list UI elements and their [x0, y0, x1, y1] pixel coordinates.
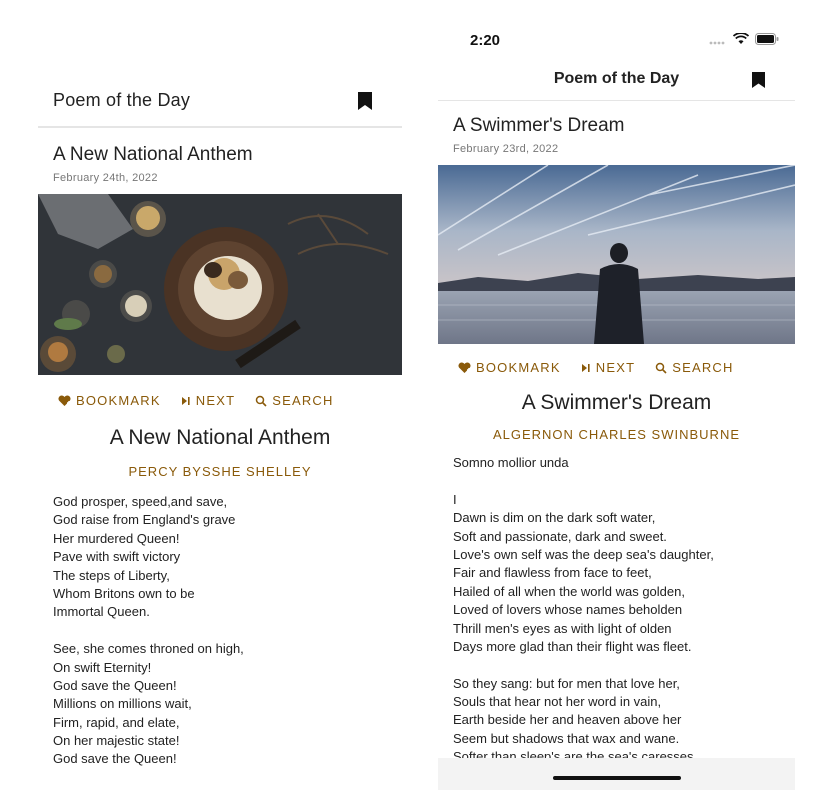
poem-line: I — [453, 491, 457, 507]
poem-line: Immortal Queen. — [53, 604, 150, 620]
poem-line: God save the Queen! — [53, 751, 177, 767]
heart-bookmark-icon — [458, 361, 471, 373]
bookmark-action[interactable]: BOOKMARK — [58, 393, 161, 408]
status-time: 2:20 — [470, 32, 501, 49]
poem-line: Whom Britons own to be — [53, 585, 195, 601]
bookmark-action[interactable]: BOOKMARK — [458, 360, 561, 375]
poem-line: Firm, rapid, and elate, — [53, 714, 180, 730]
poem-body: Somno mollior unda I Dawn is dim on the da… — [438, 454, 795, 767]
poem-line — [53, 622, 402, 640]
next-action[interactable]: NEXT — [581, 360, 635, 375]
poem-date: February 24th, 2022 — [53, 172, 158, 184]
poem-line: Dawn is dim on the dark soft water, — [453, 510, 656, 526]
poem-line: Souls that hear not her word in vain, — [453, 694, 662, 710]
battery-icon — [755, 32, 779, 50]
poem-line: Seem but shadows that wax and wane. — [453, 730, 680, 746]
poem-line: Loved of lovers whose names beholden — [453, 602, 683, 618]
app-title: Poem of the Day — [553, 70, 680, 87]
home-indicator-area — [438, 758, 795, 790]
skip-next-icon — [581, 363, 590, 372]
bookmark-icon[interactable] — [358, 92, 372, 115]
poem-line: The steps of Liberty, — [53, 567, 170, 583]
search-action[interactable]: SEARCH — [655, 360, 733, 375]
app-bar: Poem of the Day — [38, 70, 402, 128]
action-bar: BOOKMARK NEXT SEARCH — [38, 393, 402, 408]
poem-body: God prosper, speed,and save, God raise fr… — [38, 493, 402, 769]
poem-date: February 23rd, 2022 — [453, 143, 559, 155]
search-icon — [255, 395, 267, 407]
poem-image — [38, 194, 402, 375]
poem-line: On swift Eternity! — [53, 659, 152, 675]
poem-line: Her murdered Queen! — [53, 530, 180, 546]
poem-line: Millions on millions wait, — [53, 696, 192, 712]
search-label: SEARCH — [672, 360, 734, 375]
poem-line: Hailed of all when the world was golden, — [453, 583, 685, 599]
search-action[interactable]: SEARCH — [255, 393, 333, 408]
poem-line — [453, 656, 795, 674]
poem-line: Pave with swift victory — [53, 549, 181, 565]
search-label: SEARCH — [272, 393, 334, 408]
poem-line: God save the Queen! — [53, 677, 177, 693]
status-bar: 2:20 — [438, 22, 795, 58]
home-indicator[interactable] — [552, 776, 681, 780]
poem-line: See, she comes throned on high, — [53, 641, 244, 657]
poem-image — [438, 165, 795, 344]
left-screen: Poem of the Day A New National Anthem Fe… — [38, 70, 402, 811]
poem-line: Somno mollior unda — [453, 455, 569, 470]
poem-heading: A Swimmer's Dream — [453, 115, 625, 136]
poem-line — [453, 472, 795, 490]
poem-title: A Swimmer's Dream — [521, 391, 712, 414]
poem-line: So they sang: but for men that love her, — [453, 675, 680, 691]
next-action[interactable]: NEXT — [181, 393, 235, 408]
heart-bookmark-icon — [58, 394, 71, 406]
right-screen: 2:20 Poem of the Day A Swimmer's Dream F… — [438, 22, 795, 790]
poem-line: Soft and passionate, dark and sweet. — [453, 528, 667, 544]
poem-line: Earth beside her and heaven above her — [453, 712, 682, 728]
wifi-icon — [732, 32, 750, 50]
next-label: NEXT — [595, 360, 636, 375]
poem-line: Thrill men's eyes as with light of olden — [453, 620, 672, 636]
poem-line: On her majestic state! — [53, 733, 180, 749]
bookmark-label: BOOKMARK — [476, 360, 561, 375]
poem-title: A New National Anthem — [109, 426, 331, 449]
poem-line: Days more glad than their flight was fle… — [453, 638, 692, 654]
search-icon — [655, 362, 667, 374]
next-label: NEXT — [195, 393, 236, 408]
signal-icon — [709, 32, 727, 50]
bookmark-label: BOOKMARK — [76, 393, 161, 408]
action-bar: BOOKMARK NEXT SEARCH — [438, 360, 795, 375]
poem-line: God prosper, speed,and save, — [53, 494, 228, 509]
app-title: Poem of the Day — [53, 90, 191, 110]
poem-line: Love's own self was the deep sea's daugh… — [453, 546, 714, 562]
poem-author: ALGERNON CHARLES SWINBURNE — [492, 427, 741, 442]
bookmark-icon[interactable] — [752, 72, 765, 93]
poem-line: God raise from England's grave — [53, 512, 236, 528]
poem-line: Fair and flawless from face to feet, — [453, 565, 652, 581]
poem-heading: A New National Anthem — [53, 144, 253, 165]
app-bar: Poem of the Day — [438, 58, 795, 101]
poem-author: PERCY BYSSHE SHELLEY — [128, 464, 312, 479]
skip-next-icon — [181, 396, 190, 405]
